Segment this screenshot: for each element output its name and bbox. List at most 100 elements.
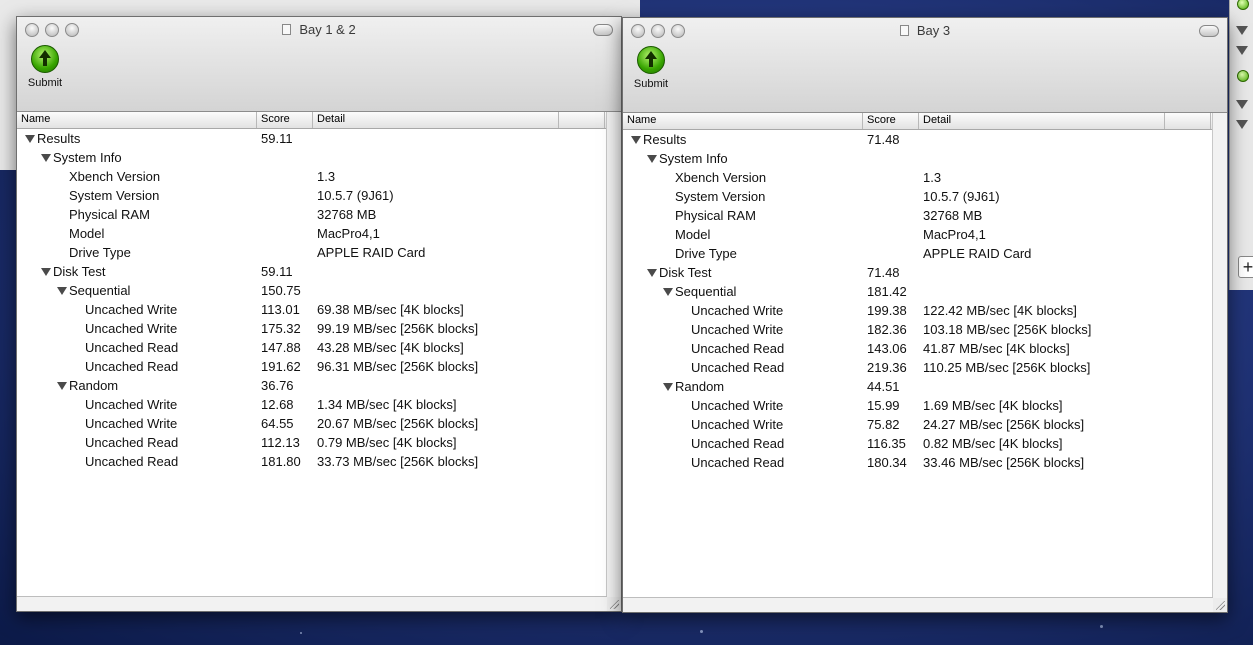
outline-row[interactable]: Uncached Read 181.80 33.73 MB/sec [256K bl… — [17, 453, 607, 472]
row-name: Uncached Read — [85, 340, 179, 355]
outline-row[interactable]: Sequential 181.42 — [623, 283, 1213, 302]
outline-row[interactable]: System Version 10.5.7 (9J61) — [17, 187, 607, 206]
outline-row[interactable]: Uncached Read 112.13 0.79 MB/sec [4K block… — [17, 434, 607, 453]
outline-row[interactable]: Uncached Write 12.68 1.34 MB/sec [4K block… — [17, 396, 607, 415]
outline-row[interactable]: System Info — [623, 150, 1213, 169]
row-score: 175.32 — [261, 321, 301, 336]
row-detail: 0.82 MB/sec [4K blocks] — [923, 436, 1063, 451]
row-name: Uncached Read — [691, 436, 785, 451]
submit-label: Submit — [633, 78, 669, 90]
disclosure-arrow-icon[interactable] — [1236, 26, 1248, 35]
row-detail: 33.73 MB/sec [256K blocks] — [317, 454, 479, 469]
outline-row[interactable]: System Version 10.5.7 (9J61) — [623, 188, 1213, 207]
outline-row[interactable]: Model MacPro4,1 — [17, 225, 607, 244]
titlebar: Bay 1 & 2 Submit — [17, 17, 621, 112]
disclosure-triangle-icon[interactable] — [57, 382, 67, 390]
outline-row[interactable]: Random 44.51 — [623, 378, 1213, 397]
toolbar-toggle-button[interactable] — [1199, 25, 1219, 37]
row-name: System Info — [659, 151, 728, 166]
disclosure-triangle-icon[interactable] — [647, 155, 657, 163]
disclosure-arrow-icon[interactable] — [1236, 46, 1248, 55]
horizontal-scrollbar[interactable] — [17, 596, 607, 611]
column-header-empty — [559, 112, 605, 128]
column-header-name[interactable]: Name — [623, 113, 863, 129]
row-score: 12.68 — [261, 397, 294, 412]
outline-row[interactable]: Uncached Write 199.38 122.42 MB/sec [4K bl… — [623, 302, 1213, 321]
row-name: Drive Type — [675, 246, 737, 261]
disclosure-triangle-icon[interactable] — [41, 268, 51, 276]
row-score: 113.01 — [261, 302, 300, 317]
outline-row[interactable]: Random 36.76 — [17, 377, 607, 396]
disclosure-triangle-icon[interactable] — [57, 287, 67, 295]
outline-row[interactable]: Uncached Write 182.36 103.18 MB/sec [256K … — [623, 321, 1213, 340]
disclosure-arrow-icon[interactable] — [1236, 100, 1248, 109]
submit-button[interactable]: Submit — [25, 45, 65, 89]
outline-row[interactable]: Uncached Write 75.82 24.27 MB/sec [256K bl… — [623, 416, 1213, 435]
outline-row[interactable]: Model MacPro4,1 — [623, 226, 1213, 245]
disclosure-triangle-icon[interactable] — [663, 383, 673, 391]
outline-row[interactable]: Xbench Version 1.3 — [623, 169, 1213, 188]
column-header-name[interactable]: Name — [17, 112, 257, 128]
horizontal-scrollbar[interactable] — [623, 597, 1213, 612]
vertical-scrollbar[interactable] — [1212, 113, 1227, 598]
row-name: Uncached Read — [691, 341, 785, 356]
resize-handle[interactable] — [1213, 598, 1227, 612]
outline-row[interactable]: Uncached Read 116.35 0.82 MB/sec [4K block… — [623, 435, 1213, 454]
row-score: 59.11 — [261, 131, 293, 146]
row-detail: 20.67 MB/sec [256K blocks] — [317, 416, 479, 431]
outline-row[interactable]: Results 59.11 — [17, 130, 607, 149]
outline-row[interactable]: Drive Type APPLE RAID Card — [623, 245, 1213, 264]
row-score: 59.11 — [261, 264, 293, 279]
row-name: Uncached Read — [691, 360, 785, 375]
row-name: Uncached Write — [85, 302, 178, 317]
outline-row[interactable]: Uncached Write 175.32 99.19 MB/sec [256K b… — [17, 320, 607, 339]
outline-row[interactable]: Uncached Write 64.55 20.67 MB/sec [256K bl… — [17, 415, 607, 434]
row-name: Physical RAM — [675, 208, 756, 223]
resize-handle[interactable] — [607, 597, 621, 611]
submit-label: Submit — [27, 77, 63, 89]
outline-row[interactable]: System Info — [17, 149, 607, 168]
row-score: 71.48 — [867, 265, 900, 280]
outline-row[interactable]: Drive Type APPLE RAID Card — [17, 244, 607, 263]
row-score: 36.76 — [261, 378, 294, 393]
background-window-edge: + — [1229, 0, 1253, 290]
column-header-detail[interactable]: Detail — [919, 113, 1165, 129]
outline-row[interactable]: Physical RAM 32768 MB — [17, 206, 607, 225]
toolbar-toggle-button[interactable] — [593, 24, 613, 36]
disclosure-triangle-icon[interactable] — [663, 288, 673, 296]
row-name: System Version — [675, 189, 766, 204]
outline-row[interactable]: Sequential 150.75 — [17, 282, 607, 301]
outline-row[interactable]: Xbench Version 1.3 — [17, 168, 607, 187]
disclosure-triangle-icon[interactable] — [25, 135, 35, 143]
submit-button[interactable]: Submit — [631, 46, 671, 90]
results-outline: Results 71.48 System Info Xbench Version 1.3… — [623, 131, 1213, 473]
row-name: Drive Type — [69, 245, 131, 260]
disclosure-triangle-icon[interactable] — [647, 269, 657, 277]
results-outline: Results 59.11 System Info Xbench Version 1.3… — [17, 130, 607, 472]
add-button[interactable]: + — [1238, 256, 1253, 278]
column-header-score[interactable]: Score — [863, 113, 919, 129]
outline-row[interactable]: Uncached Read 147.88 43.28 MB/sec [4K bloc… — [17, 339, 607, 358]
outline-row[interactable]: Disk Test 59.11 — [17, 263, 607, 282]
outline-row[interactable]: Uncached Write 113.01 69.38 MB/sec [4K blo… — [17, 301, 607, 320]
disclosure-arrow-icon[interactable] — [1236, 120, 1248, 129]
outline-row[interactable]: Uncached Read 143.06 41.87 MB/sec [4K bloc… — [623, 340, 1213, 359]
row-detail: 1.3 — [317, 169, 336, 184]
row-name: Results — [37, 131, 81, 146]
row-detail: 33.46 MB/sec [256K blocks] — [923, 455, 1085, 470]
outline-row[interactable]: Uncached Read 219.36 110.25 MB/sec [256K b… — [623, 359, 1213, 378]
outline-row[interactable]: Results 71.48 — [623, 131, 1213, 150]
row-detail: 1.3 — [923, 170, 942, 185]
disclosure-triangle-icon[interactable] — [41, 154, 51, 162]
outline-row[interactable]: Uncached Read 180.34 33.46 MB/sec [256K bl… — [623, 454, 1213, 473]
row-detail: MacPro4,1 — [923, 227, 986, 242]
column-header-score[interactable]: Score — [257, 112, 313, 128]
vertical-scrollbar[interactable] — [606, 112, 621, 597]
outline-row[interactable]: Physical RAM 32768 MB — [623, 207, 1213, 226]
row-detail: 0.79 MB/sec [4K blocks] — [317, 435, 457, 450]
disclosure-triangle-icon[interactable] — [631, 136, 641, 144]
outline-row[interactable]: Uncached Write 15.99 1.69 MB/sec [4K block… — [623, 397, 1213, 416]
column-header-detail[interactable]: Detail — [313, 112, 559, 128]
outline-row[interactable]: Uncached Read 191.62 96.31 MB/sec [256K bl… — [17, 358, 607, 377]
outline-row[interactable]: Disk Test 71.48 — [623, 264, 1213, 283]
